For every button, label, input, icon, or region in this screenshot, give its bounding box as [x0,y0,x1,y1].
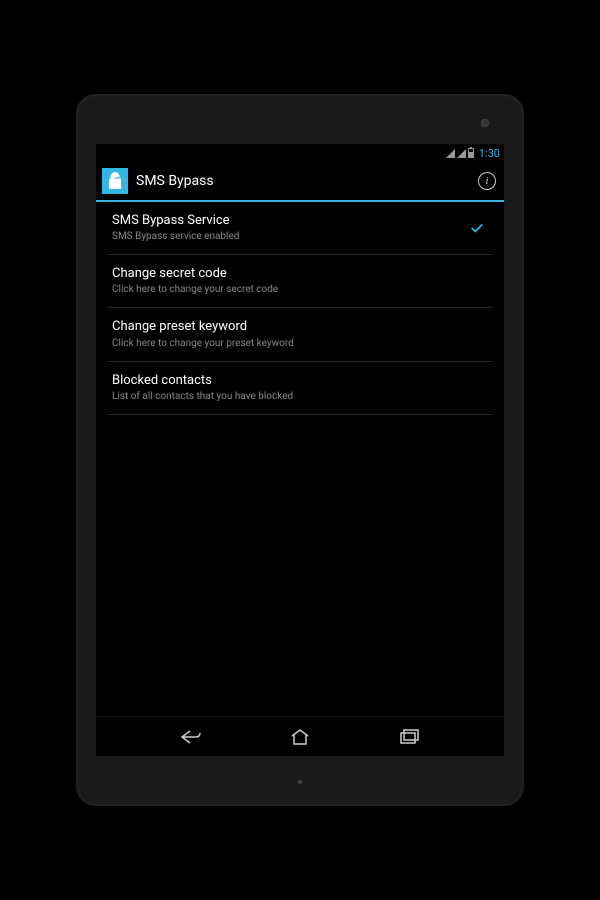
item-title: Change secret code [112,265,488,283]
settings-list: SMS Bypass Service SMS Bypass service en… [96,202,504,716]
checkbox-checked[interactable] [470,221,484,235]
back-icon [180,729,202,745]
check-icon [470,222,484,234]
status-clock: 1:30 [479,147,500,160]
item-title: Change preset keyword [112,318,488,336]
setting-sms-bypass-service[interactable]: SMS Bypass Service SMS Bypass service en… [108,202,492,255]
item-subtitle: Click here to change your secret code [112,283,488,297]
status-bar: 1:30 [96,144,504,162]
home-button[interactable] [286,723,314,751]
item-text: SMS Bypass Service SMS Bypass service en… [112,212,470,244]
item-title: Blocked contacts [112,372,488,390]
battery-icon [468,148,474,158]
tablet-frame: 1:30 SMS Bypass i SMS Bypass Service SMS… [76,94,524,806]
screen: 1:30 SMS Bypass i SMS Bypass Service SMS… [96,144,504,756]
info-button[interactable]: i [478,172,496,190]
app-bar: SMS Bypass i [96,162,504,202]
item-title: SMS Bypass Service [112,212,470,230]
setting-change-secret-code[interactable]: Change secret code Click here to change … [108,255,492,308]
item-subtitle: List of all contacts that you have block… [112,390,488,404]
home-icon [290,728,310,746]
item-text: Change secret code Click here to change … [112,265,488,297]
item-text: Change preset keyword Click here to chan… [112,318,488,350]
recent-icon [399,729,419,745]
setting-blocked-contacts[interactable]: Blocked contacts List of all contacts th… [108,362,492,415]
unlock-icon [107,172,123,190]
app-icon [102,168,128,194]
back-button[interactable] [177,723,205,751]
item-text: Blocked contacts List of all contacts th… [112,372,488,404]
home-indicator [298,780,302,784]
recent-button[interactable] [395,723,423,751]
signal-icon [446,149,455,158]
app-title: SMS Bypass [136,173,478,189]
signal-icon [457,149,466,158]
camera-dot [481,119,489,127]
item-subtitle: SMS Bypass service enabled [112,230,470,244]
status-icons [446,148,474,158]
navigation-bar [96,716,504,756]
setting-change-preset-keyword[interactable]: Change preset keyword Click here to chan… [108,308,492,361]
item-subtitle: Click here to change your preset keyword [112,337,488,351]
